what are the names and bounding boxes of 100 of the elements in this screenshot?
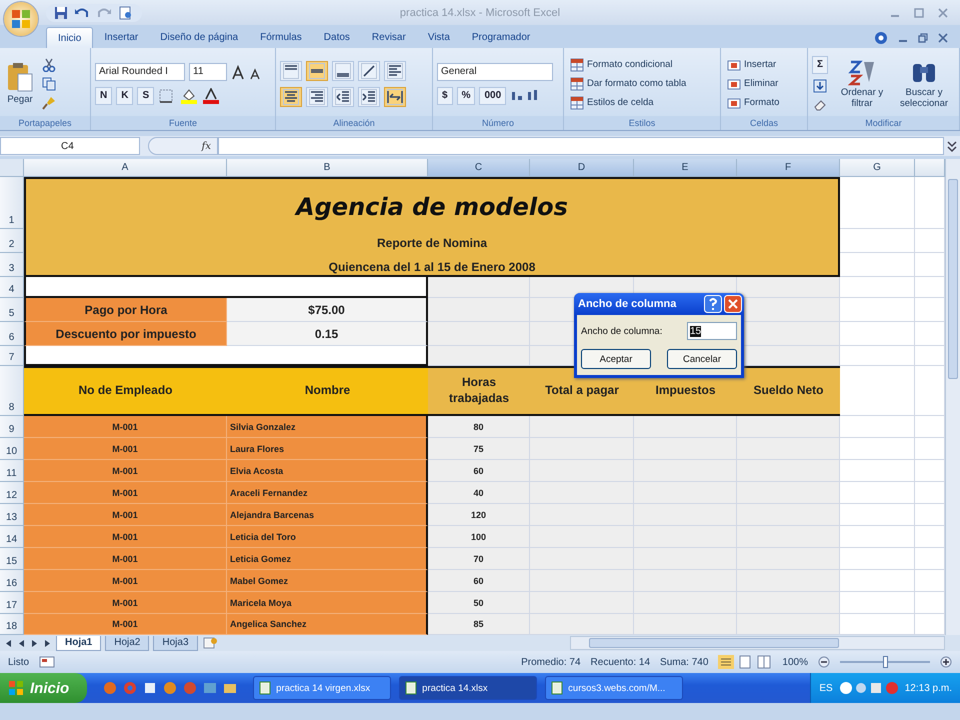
dialog-button[interactable]: Aceptar [581,349,651,369]
fill-color-icon[interactable] [180,88,198,104]
menu-button[interactable]: Insertar [725,56,778,72]
row-header[interactable]: 14 [0,526,24,548]
zoom-in-icon[interactable] [940,656,952,668]
taskbar-window[interactable]: practica 14 virgen.xlsx [253,676,392,700]
format-button[interactable]: 000 [479,86,506,104]
sheet-tab[interactable]: Hoja3 [153,636,198,650]
row-header[interactable]: 2 [0,229,24,253]
column-header[interactable]: G [840,159,915,177]
save-icon[interactable] [54,6,68,20]
eraser-icon[interactable] [813,98,827,112]
ribbon-tab[interactable]: Fórmulas [249,27,313,48]
ribbon-tab[interactable]: Inicio [46,27,94,48]
ribbon-tab[interactable]: Insertar [93,27,150,48]
row-header[interactable]: 16 [0,570,24,592]
help-icon[interactable] [874,30,888,44]
macro-icon[interactable] [39,656,56,668]
format-button[interactable]: $ [437,86,453,104]
row-header[interactable]: 18 [0,614,24,635]
row-header[interactable]: 5 [0,298,24,322]
preview-icon[interactable] [118,6,134,20]
taskbar-window[interactable]: practica 14.xlsx [399,676,538,700]
format-button[interactable]: % [456,86,476,104]
column-header[interactable]: F [737,159,840,177]
help-icon[interactable] [704,295,722,313]
column-header[interactable]: D [530,159,634,177]
fill-down-icon[interactable] [813,78,827,92]
row-header[interactable]: 17 [0,592,24,614]
page-break-icon[interactable] [756,655,772,669]
taskbar-window[interactable]: cursos3.webs.com/M... [545,676,684,700]
row-header[interactable]: 4 [0,277,24,298]
dialog-button[interactable]: Cancelar [667,349,737,369]
sort-button[interactable]: Ordenar y filtrar [834,56,890,111]
row-header[interactable]: 9 [0,416,24,438]
brush-icon[interactable] [42,96,56,110]
align-button[interactable] [306,86,328,106]
align-button[interactable] [332,60,354,80]
font-color-icon[interactable] [202,88,220,104]
align-button[interactable] [332,86,354,106]
align-button[interactable] [384,60,406,80]
font-name-field[interactable]: Arial Rounded I [95,62,185,80]
row-header[interactable]: 7 [0,346,24,366]
formula-field[interactable] [218,137,944,155]
column-header[interactable]: E [634,159,737,177]
align-button[interactable] [306,60,328,80]
ribbon-tab[interactable]: Diseño de página [149,27,250,48]
undo-icon[interactable] [74,6,90,20]
width-field[interactable]: 15 [687,322,737,340]
ribbon-tab[interactable]: Programador [460,27,542,48]
horizontal-scrollbar[interactable] [570,636,945,650]
align-button[interactable] [358,86,380,106]
row-header[interactable]: 13 [0,504,24,526]
row-header[interactable]: 11 [0,460,24,482]
scroll-thumb[interactable] [589,638,839,648]
restore-icon[interactable] [918,32,928,42]
align-button[interactable] [280,60,302,80]
name-box[interactable]: C4 [0,137,140,155]
number-format-field[interactable]: General [437,62,553,80]
row-header[interactable]: 10 [0,438,24,460]
style-button[interactable]: S [137,86,154,104]
window-icon[interactable] [143,681,158,695]
vertical-scrollbar[interactable] [945,159,960,635]
sum-button[interactable]: Σ [812,56,828,74]
style-button[interactable]: N [95,86,112,104]
menu-button[interactable]: Eliminar [725,76,780,92]
align-button[interactable] [384,86,406,106]
ribbon-tab[interactable]: Datos [312,27,361,48]
row-header[interactable]: 12 [0,482,24,504]
ribbon-tab[interactable]: Revisar [360,27,417,48]
expand-icon[interactable] [946,139,958,153]
align-button[interactable] [358,60,380,80]
office-button[interactable] [4,2,38,36]
align-button[interactable] [280,86,302,106]
menu-button[interactable]: Formato condicional [568,56,675,72]
menu-button[interactable]: Formato [725,94,782,110]
close-icon[interactable] [938,32,948,42]
normal-view-icon[interactable] [718,655,734,669]
row-header[interactable]: 3 [0,253,24,277]
font-size-field[interactable]: 11 [189,62,227,80]
row-header[interactable]: 1 [0,177,24,229]
row-header[interactable]: 8 [0,366,24,416]
sheet-tab[interactable]: Hoja1 [56,636,102,650]
scissors-icon[interactable] [42,58,56,72]
scroll-thumb[interactable] [948,179,958,379]
menu-button[interactable]: Estilos de celda [568,94,656,110]
copy-icon[interactable] [42,76,56,90]
function-button[interactable]: fx [148,137,218,155]
zoom-out-icon[interactable] [818,656,830,668]
row-header[interactable]: 15 [0,548,24,570]
page-layout-icon[interactable] [737,655,754,669]
row-header[interactable]: 6 [0,322,24,346]
ribbon-tab[interactable]: Vista [416,27,461,48]
zoom-slider-thumb[interactable] [883,656,888,668]
column-header[interactable]: C [428,159,530,177]
new-sheet-icon[interactable] [202,637,218,649]
column-header[interactable]: A [24,159,227,177]
find-button[interactable]: Buscar y seleccionar [896,56,952,111]
menu-button[interactable]: Dar formato como tabla [568,76,688,92]
column-header[interactable]: B [227,159,428,177]
